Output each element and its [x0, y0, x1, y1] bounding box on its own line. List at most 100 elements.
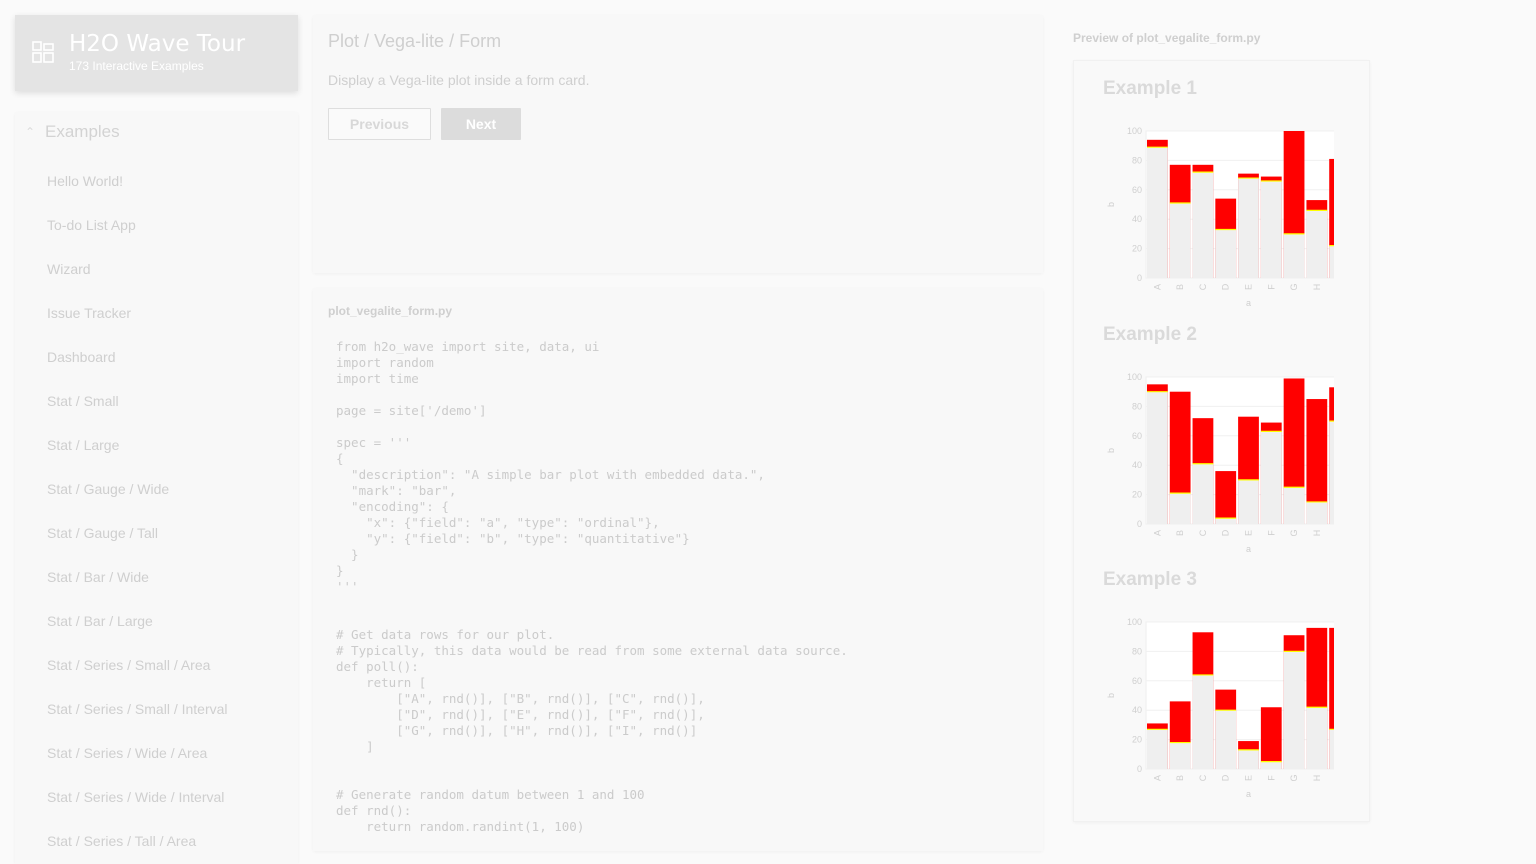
nav-item[interactable]: Stat / Series / Tall / Area — [47, 833, 196, 849]
code-line: "encoding": { — [336, 499, 449, 514]
x-tick-label: B — [1175, 530, 1185, 536]
nav-item[interactable]: Stat / Series / Wide / Interval — [47, 789, 224, 805]
x-axis-label: a — [1246, 544, 1251, 554]
y-tick-label: 0 — [1137, 764, 1142, 774]
examples-section-header[interactable]: ⌃ Examples — [23, 122, 120, 142]
example-1-chart: 020406080100bABCDEFGHIa — [1106, 126, 1334, 308]
x-tick-label: H — [1312, 775, 1322, 782]
nav-item[interactable]: Issue Tracker — [47, 305, 131, 321]
x-tick-label: C — [1198, 283, 1208, 290]
nav-item[interactable]: Dashboard — [47, 349, 116, 365]
code-line: } — [336, 547, 359, 562]
y-tick-label: 80 — [1132, 401, 1142, 411]
x-tick-label: A — [1152, 775, 1162, 781]
bar-old — [1169, 493, 1191, 524]
y-tick-label: 40 — [1132, 214, 1142, 224]
app-subtitle: 173 Interactive Examples — [69, 59, 204, 73]
app-header: H2O Wave Tour 173 Interactive Examples — [15, 15, 298, 91]
next-button[interactable]: Next — [441, 108, 521, 140]
y-tick-label: 100 — [1127, 372, 1142, 382]
bar-old — [1147, 147, 1168, 278]
code-line: import random — [336, 355, 434, 370]
x-tick-label: A — [1152, 284, 1162, 290]
code-line: # Get data rows for our plot. — [336, 627, 555, 642]
code-line: ] — [336, 739, 374, 754]
code-line: return [ — [336, 675, 427, 690]
bar-old — [1192, 463, 1214, 524]
x-tick-label: G — [1289, 283, 1299, 290]
bar-old — [1147, 729, 1168, 769]
y-tick-label: 0 — [1137, 519, 1142, 529]
y-tick-label: 20 — [1132, 244, 1142, 254]
dashboard-grid-icon — [32, 41, 54, 63]
bar-old — [1147, 391, 1168, 524]
code-line: ["A", rnd()], ["B", rnd()], ["C", rnd()]… — [336, 691, 705, 706]
code-line: def rnd(): — [336, 803, 412, 818]
preview-label: Preview of plot_vegalite_form.py — [1073, 31, 1261, 45]
x-tick-label: E — [1244, 775, 1254, 781]
nav-item[interactable]: Stat / Series / Small / Area — [47, 657, 210, 673]
nav-item[interactable]: Stat / Series / Small / Interval — [47, 701, 228, 717]
x-tick-label: C — [1198, 529, 1208, 536]
code-line: # Typically, this data would be read fro… — [336, 643, 848, 658]
x-tick-label: B — [1175, 284, 1185, 290]
nav-item[interactable]: Hello World! — [47, 173, 123, 189]
y-axis-label: b — [1106, 202, 1116, 207]
x-tick-label: D — [1221, 529, 1231, 536]
y-tick-label: 100 — [1127, 617, 1142, 627]
code-line: } — [336, 563, 344, 578]
x-tick-label: B — [1175, 775, 1185, 781]
bar-old — [1306, 501, 1328, 524]
bar-old — [1260, 761, 1282, 769]
x-axis-label: a — [1246, 298, 1251, 308]
nav-item[interactable]: Stat / Small — [47, 393, 119, 409]
code-block[interactable]: from h2o_wave import site, data, ui impor… — [336, 339, 848, 835]
bar-old — [1329, 729, 1334, 769]
nav-item[interactable]: To-do List App — [47, 217, 136, 233]
code-line: "y": {"field": "b", "type": "quantitativ… — [336, 531, 690, 546]
bar-old — [1238, 178, 1259, 278]
chevron-up-icon: ⌃ — [25, 125, 36, 139]
y-tick-label: 60 — [1132, 431, 1142, 441]
x-tick-label: H — [1312, 284, 1322, 291]
x-axis-label: a — [1246, 789, 1251, 799]
x-tick-label: G — [1289, 529, 1299, 536]
example-3-title: Example 3 — [1103, 569, 1197, 590]
example-intro-card: Plot / Vega-lite / Form Display a Vega-l… — [313, 15, 1043, 273]
examples-nav: ⌃ Examples Hello World! To-do List App Wiz… — [15, 112, 298, 864]
nav-item[interactable]: Stat / Gauge / Wide — [47, 481, 169, 497]
nav-item[interactable]: Stat / Bar / Wide — [47, 569, 149, 585]
y-tick-label: 40 — [1132, 705, 1142, 715]
x-tick-label: F — [1266, 775, 1276, 781]
bar-new — [1260, 707, 1282, 769]
bar-old — [1215, 229, 1237, 278]
nav-item[interactable]: Stat / Gauge / Tall — [47, 525, 158, 541]
previous-button[interactable]: Previous — [328, 108, 431, 140]
code-line: # Generate random datum between 1 and 10… — [336, 787, 645, 802]
bar-old — [1260, 180, 1282, 278]
x-tick-label: D — [1221, 283, 1231, 290]
x-tick-label: E — [1244, 284, 1254, 290]
nav-item[interactable]: Wizard — [47, 261, 91, 277]
bar-old — [1169, 203, 1191, 278]
nav-item[interactable]: Stat / Series / Wide / Area — [47, 745, 207, 761]
code-filename: plot_vegalite_form.py — [328, 304, 453, 318]
example-3-chart: 020406080100bABCDEFGHIa — [1106, 617, 1334, 799]
example-2-title: Example 2 — [1103, 324, 1197, 345]
y-tick-label: 80 — [1132, 646, 1142, 656]
y-tick-label: 40 — [1132, 460, 1142, 470]
code-line: ["G", rnd()], ["H", rnd()], ["I", rnd()] — [336, 723, 698, 738]
y-axis-label: b — [1106, 693, 1116, 698]
bar-old — [1283, 651, 1305, 769]
x-tick-label: F — [1266, 284, 1276, 290]
bar-old — [1329, 245, 1334, 278]
preview-pane: Example 1 020406080100bABCDEFGHIa Exampl… — [1073, 60, 1370, 822]
bar-old — [1306, 707, 1328, 769]
code-line: return random.randint(1, 100) — [336, 819, 585, 834]
nav-item[interactable]: Stat / Large — [47, 437, 119, 453]
x-tick-label: E — [1244, 530, 1254, 536]
nav-item[interactable]: Stat / Bar / Large — [47, 613, 153, 629]
